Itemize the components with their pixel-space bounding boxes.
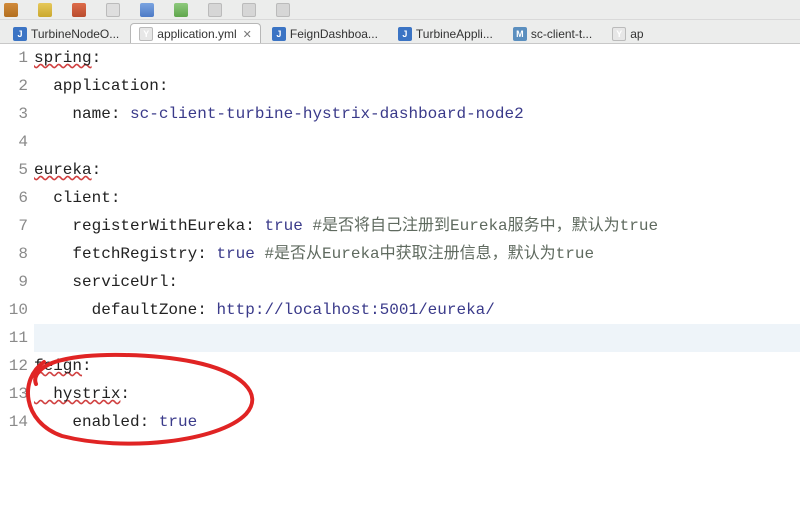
code-token-colon: :: [140, 413, 159, 431]
code-line[interactable]: serviceUrl:: [34, 268, 800, 296]
editor-tabbar: J TurbineNodeO... Yapplication.yml ✕ J FeignD…: [0, 20, 800, 44]
editor-tab-label: TurbineNodeO...: [31, 27, 119, 41]
line-number: 9: [0, 268, 28, 296]
code-line[interactable]: feign:: [34, 352, 800, 380]
code-token-key: feign: [34, 357, 82, 375]
editor-tab-label: ap: [630, 27, 643, 41]
toolbar-icon[interactable]: [242, 3, 256, 17]
line-number: 12: [0, 352, 28, 380]
code-token-bool: true: [264, 217, 302, 235]
editor-tab[interactable]: J TurbineAppli...: [389, 23, 502, 44]
line-number: 4: [0, 128, 28, 156]
editor-tab-label: application.yml: [157, 27, 236, 41]
toolbar-icon[interactable]: [276, 3, 290, 17]
code-line[interactable]: name: sc-client-turbine-hystrix-dashboar…: [34, 100, 800, 128]
code-token-key: spring: [34, 49, 92, 67]
editor-tab[interactable]: Yapplication.yml ✕: [130, 23, 261, 44]
close-icon[interactable]: ✕: [243, 28, 252, 41]
code-token-key: name: [34, 105, 111, 123]
code-token-colon: :: [197, 301, 216, 319]
code-line[interactable]: client:: [34, 184, 800, 212]
java-file-icon: J: [272, 27, 286, 41]
line-number: 3: [0, 100, 28, 128]
code-token-colon: :: [82, 357, 92, 375]
code-line[interactable]: application:: [34, 72, 800, 100]
yaml-file-icon: Y: [612, 27, 626, 41]
code-line[interactable]: eureka:: [34, 156, 800, 184]
code-token-colon: :: [197, 245, 216, 263]
editor-tab-label: sc-client-t...: [531, 27, 592, 41]
line-number: 6: [0, 184, 28, 212]
code-line[interactable]: [34, 324, 800, 352]
java-file-icon: J: [398, 27, 412, 41]
code-token-key: fetchRegistry: [34, 245, 197, 263]
code-editor[interactable]: 1234567891011121314 spring: application:…: [0, 44, 800, 515]
code-token-key: client: [34, 189, 111, 207]
code-token-key: serviceUrl: [34, 273, 168, 291]
code-token-key: eureka: [34, 161, 92, 179]
code-token-colon: :: [92, 161, 102, 179]
code-token-key: application: [34, 77, 159, 95]
ide-toolbar: [0, 0, 800, 20]
code-token-colon: :: [245, 217, 264, 235]
line-number: 1: [0, 44, 28, 72]
code-token-colon: :: [111, 105, 130, 123]
toolbar-icon[interactable]: [72, 3, 86, 17]
line-number: 10: [0, 296, 28, 324]
code-token-key: enabled: [34, 413, 140, 431]
editor-tab-label: FeignDashboa...: [290, 27, 378, 41]
code-line[interactable]: [34, 128, 800, 156]
java-file-icon: J: [13, 27, 27, 41]
toolbar-icon[interactable]: [140, 3, 154, 17]
yaml-file-icon: Y: [139, 27, 153, 41]
line-number-gutter: 1234567891011121314: [0, 44, 32, 515]
code-line[interactable]: hystrix:: [34, 380, 800, 408]
toolbar-icon[interactable]: [208, 3, 222, 17]
toolbar-icon[interactable]: [174, 3, 188, 17]
code-token-comment: #是否将自己注册到Eureka服务中，默认为true: [303, 217, 658, 235]
code-token-str: http://localhost:5001/eureka/: [216, 301, 494, 319]
line-number: 13: [0, 380, 28, 408]
maven-file-icon: M: [513, 27, 527, 41]
code-line[interactable]: defaultZone: http://localhost:5001/eurek…: [34, 296, 800, 324]
toolbar-icon[interactable]: [38, 3, 52, 17]
line-number: 7: [0, 212, 28, 240]
code-token-bool: true: [216, 245, 254, 263]
code-token-colon: :: [111, 189, 121, 207]
code-token-key: registerWithEureka: [34, 217, 245, 235]
editor-tab[interactable]: Msc-client-t...: [504, 23, 601, 44]
code-token-colon: :: [92, 49, 102, 67]
editor-tab[interactable]: J TurbineNodeO...: [4, 23, 128, 44]
toolbar-icon[interactable]: [4, 3, 18, 17]
code-line[interactable]: registerWithEureka: true #是否将自己注册到Eureka…: [34, 212, 800, 240]
line-number: 11: [0, 324, 28, 352]
code-line[interactable]: fetchRegistry: true #是否从Eureka中获取注册信息，默认…: [34, 240, 800, 268]
code-line[interactable]: enabled: true: [34, 408, 800, 436]
code-token-key: hystrix: [34, 385, 120, 403]
editor-tab[interactable]: J FeignDashboa...: [263, 23, 387, 44]
code-line[interactable]: spring:: [34, 44, 800, 72]
code-token-colon: :: [168, 273, 178, 291]
editor-tab[interactable]: Yap: [603, 23, 652, 44]
line-number: 8: [0, 240, 28, 268]
code-area[interactable]: spring: application: name: sc-client-tur…: [32, 44, 800, 515]
toolbar-icon[interactable]: [106, 3, 120, 17]
code-token-comment: #是否从Eureka中获取注册信息，默认为true: [255, 245, 594, 263]
editor-tab-label: TurbineAppli...: [416, 27, 493, 41]
code-token-str: sc-client-turbine-hystrix-dashboard-node…: [130, 105, 524, 123]
code-token-colon: :: [159, 77, 169, 95]
line-number: 5: [0, 156, 28, 184]
line-number: 2: [0, 72, 28, 100]
line-number: 14: [0, 408, 28, 436]
code-token-bool: true: [159, 413, 197, 431]
code-token-colon: :: [120, 385, 130, 403]
code-token-key: defaultZone: [34, 301, 197, 319]
